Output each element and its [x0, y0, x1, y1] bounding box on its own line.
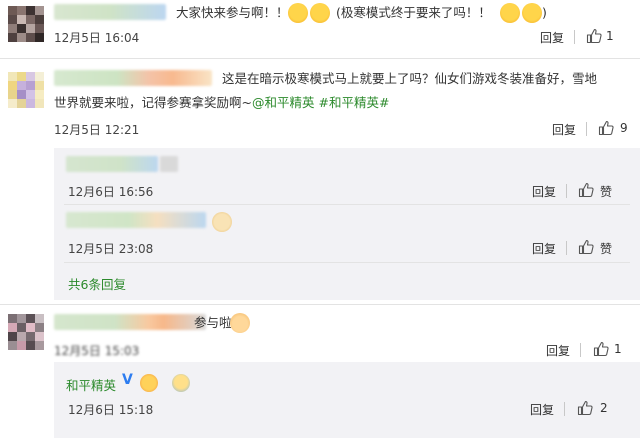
reply-button[interactable]: 回复 — [540, 29, 564, 46]
reply-timestamp: 12月6日 15:18 — [68, 403, 154, 417]
comment-divider — [0, 304, 640, 305]
like-icon[interactable] — [578, 182, 594, 198]
avatar[interactable] — [8, 72, 44, 108]
blurred-username[interactable] — [54, 70, 212, 86]
action-separator — [564, 402, 565, 416]
action-separator — [580, 343, 581, 357]
comment-divider — [0, 58, 640, 59]
like-icon[interactable] — [578, 239, 594, 255]
comment-timestamp: 12月5日 12:21 — [54, 123, 140, 137]
action-separator — [566, 241, 567, 255]
like-label[interactable]: 赞 — [600, 240, 612, 257]
avatar[interactable] — [8, 6, 44, 42]
reply-divider — [64, 262, 630, 263]
like-icon[interactable] — [598, 120, 614, 136]
comment-text-line2: 世界就要来啦，记得参赛拿奖励啊~@和平精英 #和平精英# — [54, 92, 389, 114]
like-count: 1 — [614, 342, 622, 356]
victory-hand-emoji-icon — [230, 313, 250, 333]
comment-text-continued: (极寒模式终于要来了吗！！ — [336, 5, 491, 20]
replies-panel — [54, 362, 640, 438]
mention-link[interactable]: @和平精英 — [252, 95, 315, 110]
comment-text-end: ) — [542, 5, 547, 20]
reply-button[interactable]: 回复 — [552, 121, 576, 138]
comment-timestamp: 12月5日 16:04 — [54, 31, 140, 45]
cute-emoji-icon — [140, 374, 158, 392]
blurred-username[interactable] — [54, 314, 206, 330]
comment-text: 大家快来参与啊！！ — [176, 5, 289, 20]
doge-emoji-icon — [212, 212, 232, 232]
reply-timestamp: 12月5日 23:08 — [68, 242, 154, 256]
blurred-username[interactable] — [66, 212, 206, 228]
topic-link[interactable]: #和平精英# — [318, 95, 389, 110]
like-count: 2 — [600, 401, 608, 415]
cute-emoji-icon — [172, 374, 190, 392]
reply-button[interactable]: 回复 — [530, 401, 554, 418]
comment-text: 这是在暗示极寒模式马上就要上了吗？仙女们游戏冬装准备好，雪地 — [222, 71, 598, 86]
action-separator — [586, 122, 587, 136]
comment-text: 参与啦 — [194, 315, 232, 330]
action-separator — [566, 184, 567, 198]
avatar[interactable] — [8, 314, 44, 350]
official-account-name[interactable]: 和平精英 — [66, 375, 116, 394]
like-icon[interactable] — [586, 28, 602, 44]
reply-button[interactable]: 回复 — [546, 342, 570, 359]
reply-divider — [64, 204, 630, 205]
like-label[interactable]: 赞 — [600, 183, 612, 200]
crying-emoji-icon — [310, 3, 330, 23]
reply-button[interactable]: 回复 — [532, 183, 556, 200]
comment-timestamp: 12月5日 15:03 — [54, 344, 140, 358]
reply-timestamp: 12月6日 16:56 — [68, 185, 154, 199]
blurred-username[interactable] — [54, 4, 166, 20]
crying-emoji-icon — [288, 3, 308, 23]
like-count: 9 — [620, 121, 628, 135]
like-icon[interactable] — [593, 341, 609, 357]
blurred-text — [160, 156, 178, 172]
like-icon[interactable] — [577, 400, 593, 416]
like-count: 1 — [606, 29, 614, 43]
reply-button[interactable]: 回复 — [532, 240, 556, 257]
blurred-username[interactable] — [66, 156, 158, 172]
crying-emoji-icon — [500, 3, 520, 23]
crying-emoji-icon — [522, 3, 542, 23]
verified-badge-icon: V — [122, 372, 133, 388]
comment-text-line2-body: 世界就要来啦，记得参赛拿奖励啊~ — [54, 95, 252, 110]
more-replies-link[interactable]: 共6条回复 — [68, 274, 126, 293]
action-separator — [574, 30, 575, 44]
